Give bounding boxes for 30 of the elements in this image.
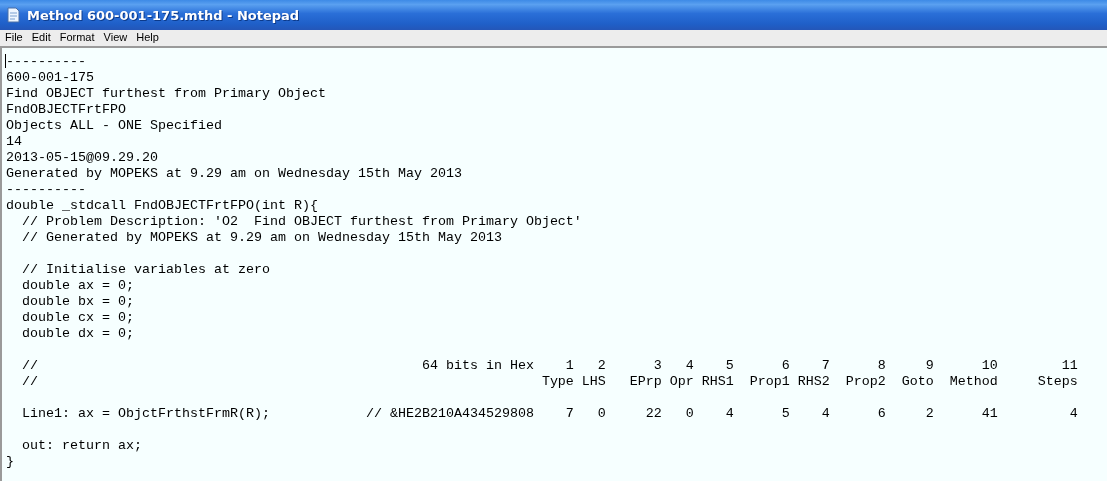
text-line: Generated by MOPEKS at 9.29 am on Wednesday 15th May 2013 <box>6 166 462 182</box>
text-line: double dx = 0; <box>21 326 134 342</box>
notepad-icon <box>5 7 21 23</box>
text-line: double cx = 0; <box>21 310 134 326</box>
text-line: Line1: ax = ObjctFrthstFrmR(R); // &HE2B210A434529808 7 0 22 0 4 5 4 6 2 41 4 <box>21 406 1078 422</box>
text-line: double ax = 0; <box>21 278 134 294</box>
text-line: ---------- <box>6 54 86 70</box>
text-line: FndOBJECTFrtFPO <box>6 102 126 118</box>
menu-item[interactable]: Format <box>54 31 99 43</box>
menu-item[interactable]: File <box>0 31 27 43</box>
text-line: 600-001-175 <box>6 70 94 86</box>
text-line: // Problem Description: 'O2 Find OBJECT furthest from Primary Object' <box>21 214 582 230</box>
text-line: out: return ax; <box>21 438 142 454</box>
text-line: double _stdcall FndOBJECTFrtFPO(int R){ <box>6 198 318 214</box>
text-line: double bx = 0; <box>21 294 134 310</box>
text-cursor <box>5 54 6 68</box>
menu-item[interactable]: View <box>98 31 132 43</box>
text-line: 2013-05-15@09.29.20 <box>6 150 158 166</box>
text-line: } <box>6 454 14 470</box>
text-line: Objects ALL - ONE Specified <box>6 118 222 134</box>
text-line: ---------- <box>6 182 86 198</box>
window-title: Method 600-001-175.mthd - Notepad <box>27 7 300 23</box>
text-line: // Generated by MOPEKS at 9.29 am on Wednesday 15th May 2013 <box>21 230 502 246</box>
text-line: // 64 bits in Hex 1 2 3 4 5 6 7 8 9 10 11 <box>21 358 1078 374</box>
text-line: 14 <box>6 134 22 150</box>
text-line: Find OBJECT furthest from Primary Object <box>6 86 326 102</box>
text-line: // Initialise variables at zero <box>21 262 270 278</box>
text-line: // Type LHS EPrp Opr RHS1 Prop1 RHS2 Prop2 Goto Method Steps <box>21 374 1078 390</box>
menu-item[interactable]: Help <box>131 31 163 43</box>
menu-item[interactable]: Edit <box>26 31 55 43</box>
